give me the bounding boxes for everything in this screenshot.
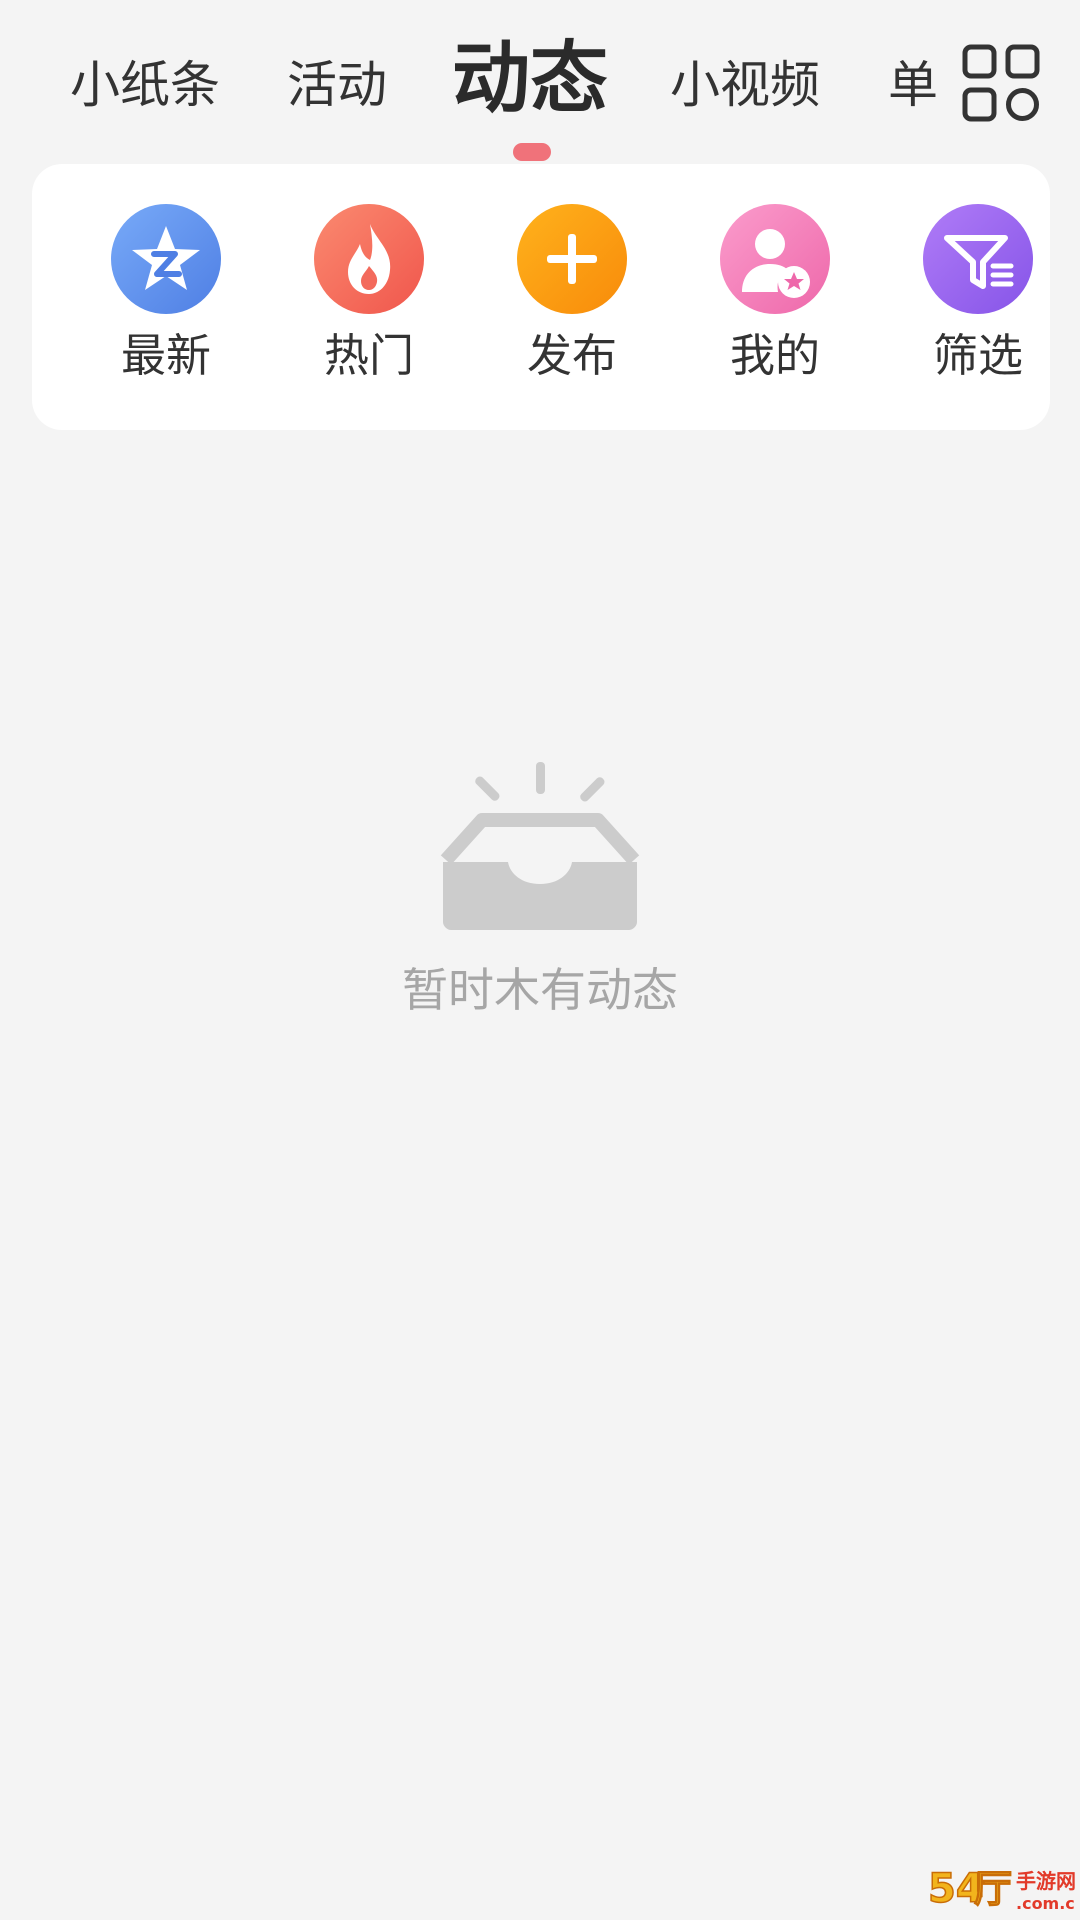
tab-huodong[interactable]: 活动 [287,40,387,130]
empty-state-text: 暂时木有动态 [402,963,678,1017]
top-tab-bar: 小纸条 活动 动态 小视频 单 [0,0,1080,161]
filter-icon [923,204,1033,314]
flame-icon [314,204,424,314]
tab-xiaoshipin[interactable]: 小视频 [670,40,820,130]
svg-text:厅: 厅 [974,1867,1012,1911]
empty-inbox-icon [440,762,640,930]
svg-text:.com.cn: .com.cn [1016,1894,1076,1913]
shortcut-publish[interactable]: 发布 [496,204,646,394]
star-icon [111,204,221,314]
shortcut-latest[interactable]: 最新 [90,204,240,394]
shortcut-label: 筛选 [932,329,1023,382]
shortcut-label: 我的 [729,329,820,382]
svg-text:手游网: 手游网 [1016,1869,1076,1893]
plus-icon [517,204,627,314]
shortcut-label: 最新 [120,329,211,382]
shortcut-label: 发布 [526,329,617,382]
tab-dan[interactable]: 单 [888,40,938,130]
shortcut-mine[interactable]: 我的 [699,204,849,394]
grid-icon [962,44,1040,122]
shortcut-hot[interactable]: 热门 [293,204,443,394]
tab-xiaozhitiao[interactable]: 小纸条 [70,40,220,130]
tab-dongtai[interactable]: 动态 [452,34,608,124]
empty-state: 暂时木有动态 [0,750,1080,1030]
channel-menu-button[interactable] [962,44,1040,122]
shortcut-filter[interactable]: 筛选 [902,204,1052,394]
shortcut-label: 热门 [323,329,414,382]
site-watermark: 54 厅 手游网 .com.cn [928,1865,1076,1913]
shortcut-panel: 最新 热门 发布 我的 筛选 [32,164,1050,430]
active-tab-indicator [513,143,551,161]
user-star-icon [720,204,830,314]
